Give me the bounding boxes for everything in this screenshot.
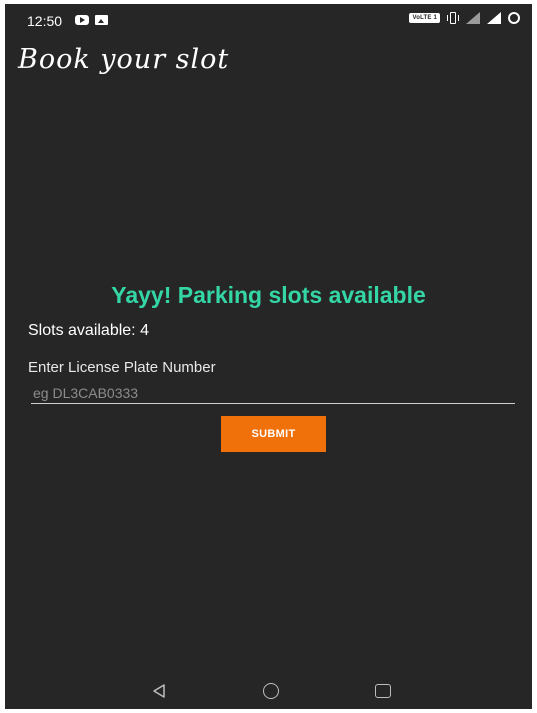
- status-system-icons: VoLTE 1: [409, 12, 520, 24]
- phone-screen: 12:50 VoLTE 1 Book your slot Yayy! Parki…: [5, 4, 532, 709]
- license-plate-label: Enter License Plate Number: [28, 359, 216, 376]
- volte-badge: VoLTE 1: [409, 13, 440, 23]
- status-notification-icons: [75, 15, 108, 25]
- license-plate-input[interactable]: [31, 382, 515, 404]
- recents-icon[interactable]: [375, 684, 391, 698]
- gallery-icon: [95, 15, 108, 25]
- submit-button[interactable]: SUBMIT: [221, 416, 326, 452]
- status-time: 12:50: [27, 13, 63, 29]
- home-icon[interactable]: [263, 683, 279, 699]
- availability-headline: Yayy! Parking slots available: [111, 282, 426, 308]
- battery-icon: [508, 12, 520, 24]
- app-title: Book your slot: [18, 44, 230, 75]
- signal-icon: [487, 12, 501, 24]
- signal-icon: [466, 12, 480, 24]
- vibrate-icon: [447, 12, 459, 24]
- back-icon[interactable]: [151, 683, 167, 699]
- slots-available-text: Slots available: 4: [28, 322, 149, 339]
- youtube-icon: [75, 15, 89, 25]
- navigation-bar: [5, 673, 532, 709]
- status-bar: 12:50 VoLTE 1: [5, 4, 532, 38]
